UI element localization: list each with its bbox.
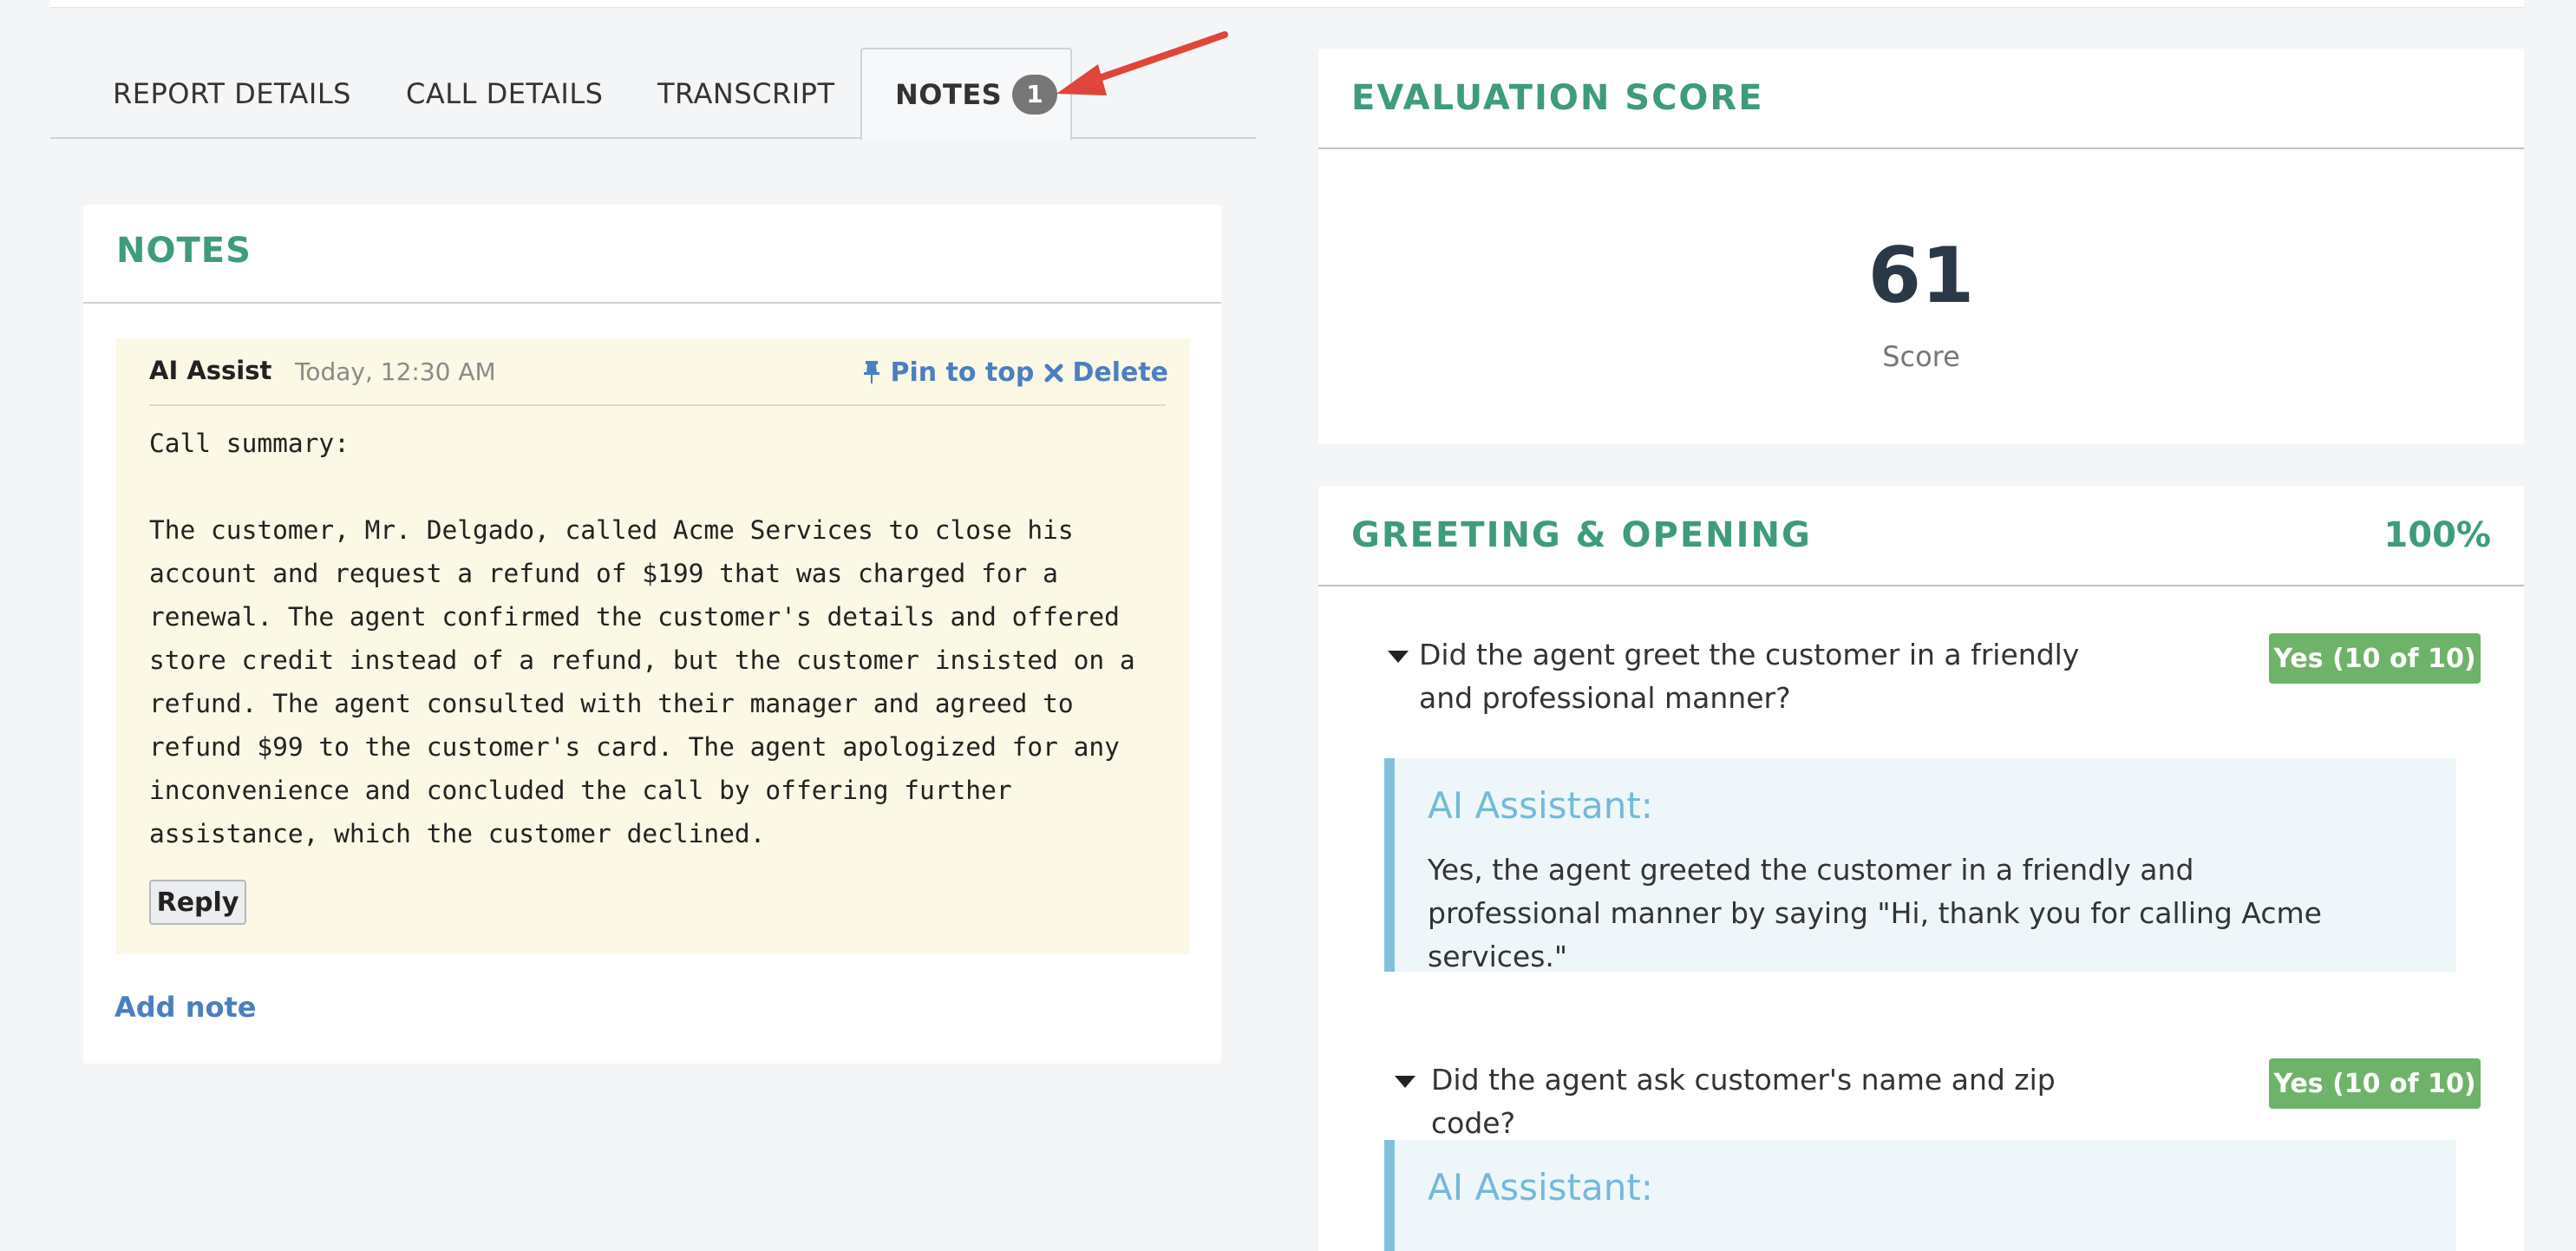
tab-transcript[interactable]: TRANSCRIPT — [657, 48, 834, 139]
tab-notes-label: NOTES — [895, 77, 1003, 111]
divider — [1318, 585, 2524, 586]
greeting-opening-panel: GREETING & OPENING 100% Did the agent gr… — [1318, 486, 2524, 1251]
score-label: Score — [1882, 340, 1960, 373]
section-percent: 100% — [2383, 515, 2491, 555]
pin-to-top-label: Pin to top — [890, 357, 1035, 388]
note-card: AI Assist Today, 12:30 AM Pin to top Del… — [116, 338, 1190, 954]
tab-notes[interactable]: NOTES 1 — [860, 48, 1072, 141]
ai-assistant-title: AI Assistant: — [1428, 1166, 1653, 1208]
caret-down-icon[interactable] — [1388, 651, 1409, 663]
ai-assistant-box: AI Assistant: Yes, the agent greeted the… — [1384, 758, 2456, 973]
evaluation-score-panel: EVALUATION SCORE 61 Score — [1318, 49, 2524, 444]
ai-assistant-box: AI Assistant: — [1384, 1140, 2456, 1251]
pin-to-top-button[interactable]: Pin to top — [862, 357, 1034, 388]
add-note-link[interactable]: Add note — [114, 991, 256, 1024]
divider — [1318, 147, 2524, 149]
reply-button[interactable]: Reply — [149, 880, 246, 925]
note-body: Call summary: The customer, Mr. Delgado,… — [149, 429, 1135, 848]
tab-report-details[interactable]: REPORT DETAILS — [113, 48, 351, 139]
divider — [149, 404, 1166, 406]
ai-assistant-title: AI Assistant: — [1428, 784, 1653, 827]
score-badge: Yes (10 of 10) — [2269, 1058, 2481, 1109]
notes-panel: NOTES AI Assist Today, 12:30 AM Pin to t… — [83, 205, 1221, 1064]
score-badge: Yes (10 of 10) — [2269, 633, 2481, 684]
pin-icon — [864, 361, 879, 383]
question-item: Did the agent ask customer's name and zi… — [1388, 1058, 2481, 1140]
score-value: 61 — [1867, 231, 1975, 320]
section-title: GREETING & OPENING — [1351, 515, 1812, 555]
question-item: Did the agent greet the customer in a fr… — [1388, 633, 2481, 737]
evaluation-score-title: EVALUATION SCORE — [1351, 78, 1764, 118]
tab-call-details[interactable]: CALL DETAILS — [406, 48, 603, 139]
top-strip — [50, 0, 2524, 8]
close-icon — [1044, 364, 1063, 383]
notes-panel-title: NOTES — [116, 231, 252, 271]
annotation-arrow-icon — [1056, 31, 1228, 95]
note-author: AI Assist — [149, 356, 272, 385]
note-timestamp: Today, 12:30 AM — [295, 357, 496, 386]
divider — [83, 302, 1221, 304]
caret-down-icon[interactable] — [1395, 1076, 1415, 1088]
ai-assistant-text: Yes, the agent greeted the customer in a… — [1428, 853, 2322, 973]
delete-label: Delete — [1072, 357, 1169, 388]
question-text: Did the agent ask customer's name and zi… — [1431, 1063, 2056, 1140]
question-text: Did the agent greet the customer in a fr… — [1419, 638, 2080, 715]
delete-button[interactable]: Delete — [1044, 357, 1168, 388]
